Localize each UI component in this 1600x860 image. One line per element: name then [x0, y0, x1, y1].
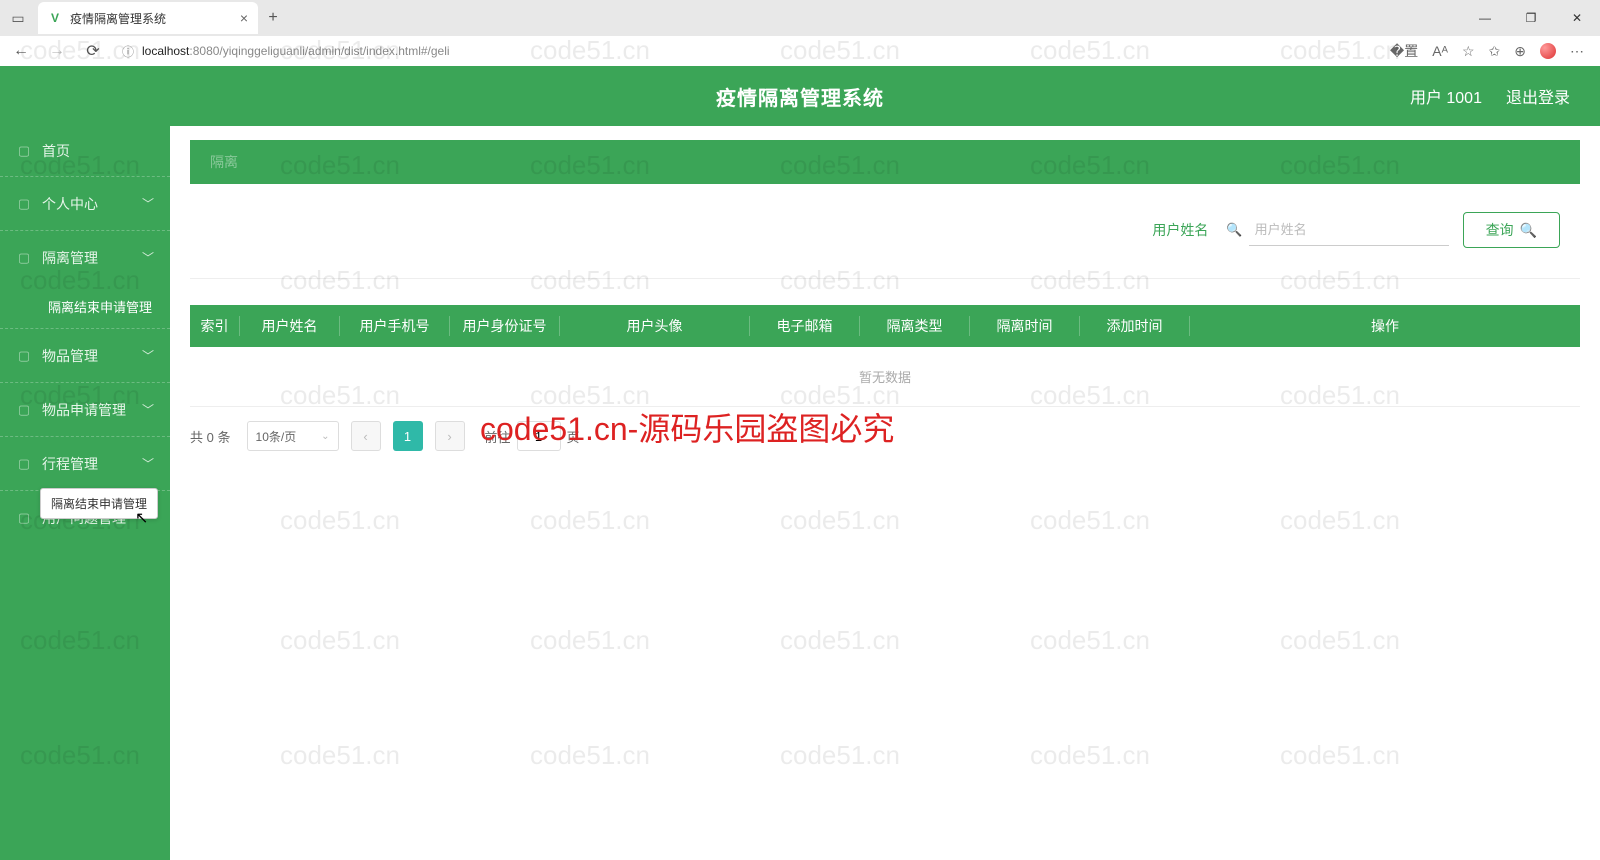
page-size-select[interactable]: 10条/页 ⌄	[247, 421, 339, 451]
logout-link[interactable]: 退出登录	[1506, 84, 1570, 108]
table-column-header: 隔离时间	[970, 316, 1080, 336]
close-tab-icon[interactable]: ×	[240, 10, 248, 26]
sidebar-item-goods-apply[interactable]: ▢ 物品申请管理 ﹀	[0, 382, 170, 436]
window-controls: — ❐ ✕	[1462, 0, 1600, 36]
chevron-down-icon: ﹀	[142, 455, 154, 472]
filter-bar: 用户姓名 🔍 查询 🔍	[190, 202, 1580, 279]
home-icon: ▢	[16, 143, 32, 159]
table-column-header: 操作	[1190, 316, 1580, 336]
query-button-label: 查询	[1486, 220, 1514, 240]
question-icon: ▢	[16, 510, 32, 526]
doc-icon: ▢	[16, 402, 32, 418]
tab-bar: ▭ V 疫情隔离管理系统 × + — ❐ ✕	[0, 0, 1600, 36]
browser-chrome: ▭ V 疫情隔离管理系统 × + — ❐ ✕ ← → ⟳ ⓘ localhost…	[0, 0, 1600, 66]
table-column-header: 索引	[190, 316, 240, 336]
breadcrumb-text: 隔离	[210, 152, 238, 172]
app-header: 疫情隔离管理系统 用户 1001 退出登录	[0, 66, 1600, 126]
page-number[interactable]: 1	[393, 421, 423, 451]
search-icon: 🔍	[1226, 222, 1242, 238]
current-user[interactable]: 用户 1001	[1410, 84, 1482, 108]
sidebar-item-label: 物品管理	[42, 346, 98, 366]
user-icon: ▢	[16, 196, 32, 212]
folder-icon: ▢	[16, 250, 32, 266]
text-size-icon[interactable]: Aᴬ	[1432, 43, 1448, 59]
sidebar-item-travel[interactable]: ▢ 行程管理 ﹀	[0, 436, 170, 490]
translate-icon[interactable]: ☆	[1462, 43, 1475, 60]
chevron-down-icon: ⌄	[321, 431, 329, 442]
app-title: 疫情隔离管理系统	[716, 82, 884, 111]
box-icon: ▢	[16, 348, 32, 364]
sidebar-item-label: 个人中心	[42, 194, 98, 214]
page-total: 共 0 条	[190, 427, 231, 446]
url-text: localhost:8080/yiqinggeliguanli/admin/di…	[142, 44, 450, 58]
sidebar-item-label: 隔离结束申请管理	[48, 297, 152, 316]
new-tab-button[interactable]: +	[258, 9, 288, 27]
data-table: 索引用户姓名用户手机号用户身份证号用户头像电子邮箱隔离类型隔离时间添加时间操作 …	[190, 305, 1580, 407]
favorites-icon[interactable]: ✩	[1489, 43, 1501, 60]
table-empty: 暂无数据	[190, 347, 1580, 407]
chevron-down-icon: ﹀	[142, 249, 154, 266]
table-header: 索引用户姓名用户手机号用户身份证号用户头像电子邮箱隔离类型隔离时间添加时间操作	[190, 305, 1580, 347]
prev-page-button[interactable]: ‹	[351, 421, 381, 451]
query-button[interactable]: 查询 🔍	[1463, 212, 1560, 248]
address-bar: ← → ⟳ ⓘ localhost:8080/yiqinggeliguanli/…	[0, 36, 1600, 66]
url-field[interactable]: ⓘ localhost:8080/yiqinggeliguanli/admin/…	[114, 39, 1384, 63]
sidebar-item-label: 隔离管理	[42, 248, 98, 268]
table-column-header: 用户身份证号	[450, 316, 560, 336]
filter-label: 用户姓名	[1152, 220, 1208, 240]
route-icon: ▢	[16, 456, 32, 472]
sidebar-item-label: 物品申请管理	[42, 400, 126, 420]
table-column-header: 用户姓名	[240, 316, 340, 336]
collections-icon[interactable]: ⊕	[1514, 43, 1526, 60]
table-column-header: 用户手机号	[340, 316, 450, 336]
back-button[interactable]: ←	[6, 36, 36, 66]
sidebar-item-goods[interactable]: ▢ 物品管理 ﹀	[0, 328, 170, 382]
more-icon[interactable]: ⋯	[1570, 43, 1584, 60]
search-icon: 🔍	[1520, 222, 1537, 239]
big-watermark: code51.cn-源码乐园盗图必究	[480, 404, 894, 450]
table-column-header: 电子邮箱	[750, 316, 860, 336]
vue-favicon-icon: V	[48, 11, 62, 25]
sidebar-item-isolation[interactable]: ▢ 隔离管理 ﹀	[0, 230, 170, 284]
chevron-down-icon: ﹀	[142, 401, 154, 418]
username-input[interactable]	[1249, 214, 1449, 246]
sidebar-sub-isolation-end[interactable]: 隔离结束申请管理	[0, 284, 170, 328]
sidebar-item-profile[interactable]: ▢ 个人中心 ﹀	[0, 176, 170, 230]
main-content: 隔离 用户姓名 🔍 查询 🔍 索引用户姓名用户手机号用户身份证号用户头像电子邮箱…	[170, 126, 1600, 860]
maximize-button[interactable]: ❐	[1508, 0, 1554, 36]
table-column-header: 隔离类型	[860, 316, 970, 336]
profile-avatar-icon[interactable]	[1540, 43, 1556, 59]
reader-icon[interactable]: �置	[1390, 41, 1418, 61]
sidebar-item-label: 首页	[42, 141, 70, 161]
chevron-down-icon: ﹀	[142, 195, 154, 212]
minimize-button[interactable]: —	[1462, 0, 1508, 36]
breadcrumb: 隔离	[190, 140, 1580, 184]
sidebar-item-label: 行程管理	[42, 454, 98, 474]
forward-button[interactable]: →	[42, 36, 72, 66]
tab-title: 疫情隔离管理系统	[70, 10, 166, 27]
table-column-header: 添加时间	[1080, 316, 1190, 336]
close-window-button[interactable]: ✕	[1554, 0, 1600, 36]
tab-list-button[interactable]: ▭	[0, 0, 36, 36]
next-page-button[interactable]: ›	[435, 421, 465, 451]
refresh-button[interactable]: ⟳	[78, 36, 108, 66]
chevron-down-icon: ﹀	[142, 347, 154, 364]
browser-tab[interactable]: V 疫情隔离管理系统 ×	[38, 2, 258, 34]
site-info-icon[interactable]: ⓘ	[122, 43, 134, 60]
table-column-header: 用户头像	[560, 316, 750, 336]
mouse-cursor-icon: ↖	[135, 508, 148, 528]
sidebar-item-home[interactable]: ▢ 首页	[0, 126, 170, 176]
